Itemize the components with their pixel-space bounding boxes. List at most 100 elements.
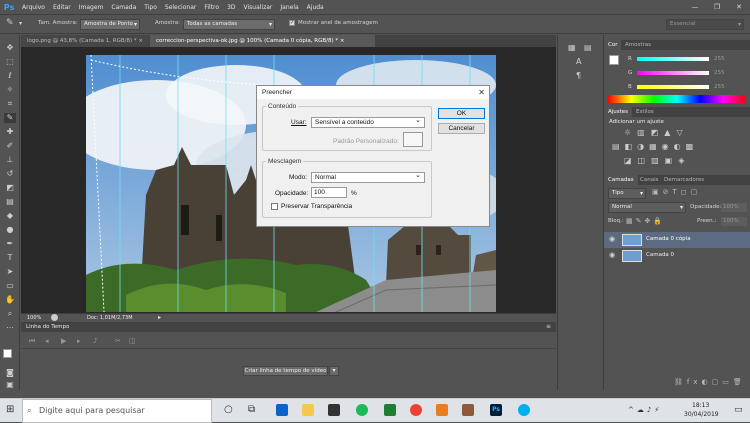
menu-arquivo[interactable]: Arquivo bbox=[18, 4, 49, 11]
g-slider[interactable] bbox=[637, 71, 709, 75]
menu-janela[interactable]: Janela bbox=[276, 4, 302, 11]
scissors-icon[interactable]: ✂ bbox=[115, 337, 121, 345]
excel-icon[interactable] bbox=[384, 404, 396, 416]
minimize-icon[interactable]: — bbox=[684, 0, 706, 14]
clock-time[interactable]: 18:13 bbox=[692, 402, 709, 409]
lock-icons[interactable]: ▦✎✥🔒 bbox=[626, 217, 665, 225]
rectangle-tool-icon[interactable]: ▭ bbox=[4, 281, 16, 291]
status-menu-arrow-icon[interactable]: ▸ bbox=[158, 314, 161, 321]
quick-mask-icon[interactable]: ◙ bbox=[4, 368, 16, 378]
type-tool-icon[interactable]: T bbox=[4, 253, 16, 263]
visibility-eye-icon[interactable]: ◉ bbox=[609, 235, 615, 243]
adjustment-icons-row-1[interactable]: ☼▥◩▲▽ bbox=[624, 128, 734, 137]
crop-tool-icon[interactable]: ⌗ bbox=[4, 99, 16, 109]
tab-logo-png[interactable]: logo.png @ 43,8% (Camada 1, RGB/8) * × bbox=[21, 35, 149, 47]
layer-filter-icons[interactable]: ▣⊘T◻▢ bbox=[652, 188, 701, 196]
tab-canais[interactable]: Canais bbox=[636, 175, 662, 185]
prev-frame-icon[interactable]: ◂ bbox=[45, 337, 49, 345]
tab-demarcadores[interactable]: Demarcadores bbox=[660, 175, 708, 185]
file-explorer-icon[interactable] bbox=[302, 404, 314, 416]
menu-visualizar[interactable]: Visualizar bbox=[240, 4, 277, 11]
audio-icon[interactable]: ♪ bbox=[93, 337, 97, 345]
tab-correccion-perspectiva[interactable]: correccion-perspectiva-ok.jpg @ 100% (Ca… bbox=[150, 35, 375, 47]
tab-camadas[interactable]: Camadas bbox=[604, 175, 638, 185]
character-panel-icon[interactable]: A bbox=[576, 57, 581, 66]
foreground-color-swatch[interactable] bbox=[3, 349, 12, 358]
layer-action-icons[interactable]: ⛓fx◐▢▭🗑 bbox=[674, 378, 746, 386]
healing-brush-tool-icon[interactable]: ✚ bbox=[4, 127, 16, 137]
g-value[interactable]: 255 bbox=[714, 70, 725, 76]
b-slider[interactable] bbox=[637, 85, 709, 89]
edit-toolbar-icon[interactable]: ⋯ bbox=[4, 323, 16, 333]
history-panel-icon[interactable]: ▦ bbox=[568, 43, 576, 52]
menu-3d[interactable]: 3D bbox=[223, 4, 239, 11]
menu-filtro[interactable]: Filtro bbox=[200, 4, 223, 11]
zoom-tool-icon[interactable]: ⌕ bbox=[4, 309, 16, 319]
taskbar-search[interactable]: ⌕ Digite aqui para pesquisar bbox=[22, 399, 212, 423]
tab-close-icon[interactable]: × bbox=[340, 38, 345, 44]
skype-icon[interactable] bbox=[518, 404, 530, 416]
tab-ajustes[interactable]: Ajustes bbox=[604, 107, 633, 117]
task-view-icon[interactable]: ⧉ bbox=[248, 404, 255, 415]
lasso-tool-icon[interactable]: ℓ bbox=[4, 71, 16, 81]
eraser-tool-icon[interactable]: ◩ bbox=[4, 183, 16, 193]
eyedropper-tool-icon[interactable]: ✎ bbox=[4, 113, 16, 123]
blur-tool-icon[interactable]: ◆ bbox=[4, 211, 16, 221]
play-icon[interactable]: ▶ bbox=[61, 337, 66, 345]
first-frame-icon[interactable]: ⏮ bbox=[29, 337, 35, 346]
edge-icon[interactable] bbox=[276, 404, 288, 416]
adjustment-icons-row-2[interactable]: ▤◧◑▦◉◐▩ bbox=[612, 142, 747, 151]
app-icon[interactable] bbox=[328, 404, 340, 416]
eyedropper-icon[interactable]: ✎ bbox=[6, 18, 14, 28]
tab-cor[interactable]: Cor bbox=[604, 40, 622, 50]
app-icon[interactable] bbox=[436, 404, 448, 416]
workspace-select[interactable]: Essencial bbox=[666, 19, 744, 30]
photoshop-taskbar-icon[interactable]: Ps bbox=[490, 404, 502, 416]
fill-value[interactable]: 100% bbox=[721, 217, 747, 226]
tab-close-icon[interactable]: × bbox=[138, 38, 143, 44]
foreground-color-swatch[interactable] bbox=[609, 55, 619, 65]
history-brush-tool-icon[interactable]: ↺ bbox=[4, 169, 16, 179]
gradient-tool-icon[interactable]: ▤ bbox=[4, 197, 16, 207]
screen-mode-icon[interactable]: ▣ bbox=[4, 380, 16, 390]
cancel-button[interactable]: Cancelar bbox=[438, 123, 485, 134]
properties-panel-icon[interactable]: ▤ bbox=[584, 43, 592, 52]
hand-tool-icon[interactable]: ✋ bbox=[4, 295, 16, 305]
close-icon[interactable]: ✕ bbox=[728, 0, 750, 14]
adjustment-icons-row-3[interactable]: ◪◫▨▣◈ bbox=[624, 156, 734, 165]
system-tray-icons[interactable]: ^☁♪⚡ bbox=[628, 406, 662, 414]
pattern-picker[interactable] bbox=[403, 132, 423, 147]
status-icon[interactable] bbox=[51, 314, 58, 321]
layer-row[interactable]: ◉ Camada 0 bbox=[604, 248, 750, 264]
cortana-icon[interactable]: ○ bbox=[224, 404, 233, 415]
menu-ajuda[interactable]: Ajuda bbox=[303, 4, 328, 11]
windows-start-icon[interactable]: ⊞ bbox=[6, 404, 14, 415]
path-selection-tool-icon[interactable]: ➤ bbox=[4, 267, 16, 277]
chrome-icon[interactable] bbox=[410, 404, 422, 416]
layer-name[interactable]: Camada 0 bbox=[646, 252, 674, 258]
close-icon[interactable]: ✕ bbox=[478, 86, 485, 99]
opacity-value[interactable]: 100% bbox=[721, 203, 747, 212]
sample-size-select[interactable]: Amostra de Ponto bbox=[80, 19, 140, 30]
panel-menu-icon[interactable]: ≡ bbox=[546, 323, 551, 330]
marquee-tool-icon[interactable]: ⬚ bbox=[4, 57, 16, 67]
clone-stamp-tool-icon[interactable]: ⊥ bbox=[4, 155, 16, 165]
notifications-icon[interactable]: ▭ bbox=[734, 405, 743, 415]
spotify-icon[interactable] bbox=[356, 404, 368, 416]
menu-imagem[interactable]: Imagem bbox=[75, 4, 108, 11]
menu-selecionar[interactable]: Selecionar bbox=[161, 4, 200, 11]
paragraph-panel-icon[interactable]: ¶ bbox=[576, 71, 581, 80]
color-spectrum[interactable] bbox=[608, 95, 746, 103]
clock-date[interactable]: 30/04/2019 bbox=[684, 411, 719, 418]
opacity-input[interactable]: 100 bbox=[311, 187, 347, 198]
layer-kind-filter[interactable]: Tipo bbox=[608, 188, 646, 199]
visibility-eye-icon[interactable]: ◉ bbox=[609, 251, 615, 259]
pen-tool-icon[interactable]: ✒ bbox=[4, 239, 16, 249]
r-slider[interactable] bbox=[637, 57, 709, 61]
sampling-ring-checkbox[interactable]: ✓ bbox=[289, 20, 295, 26]
use-select[interactable]: Sensível a conteúdo bbox=[311, 116, 425, 128]
brush-tool-icon[interactable]: ✐ bbox=[4, 141, 16, 151]
r-value[interactable]: 255 bbox=[714, 56, 725, 62]
mode-select[interactable]: Normal bbox=[311, 171, 425, 183]
menu-tipo[interactable]: Tipo bbox=[140, 4, 161, 11]
